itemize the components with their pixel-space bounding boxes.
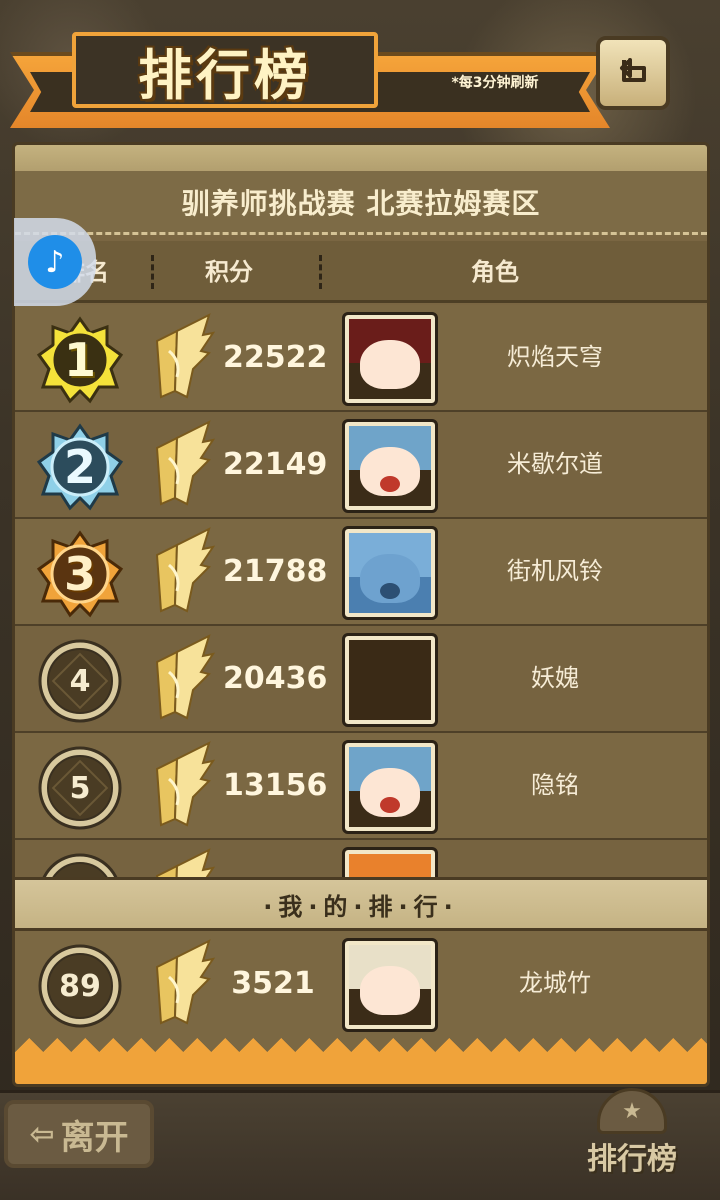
ranking-row[interactable]: 4 20436 妖媿 xyxy=(15,626,707,733)
star-emblem-icon: ★ xyxy=(597,1088,667,1134)
my-role-name: 龙城竹 xyxy=(519,969,591,997)
leave-label: 离开 xyxy=(60,1117,129,1158)
leaderboard-panel: 驯养师挑战赛 北赛拉姆赛区 排名 积分 角色 1 22522 xyxy=(12,142,710,1087)
wing-trophy-icon xyxy=(155,939,216,1025)
column-role: 角色 xyxy=(471,258,519,286)
ranking-button[interactable]: ★ 排行榜 xyxy=(564,1088,700,1178)
score-value: 13156 xyxy=(223,768,328,803)
column-score: 积分 xyxy=(205,258,253,286)
role-name: 街机风铃 xyxy=(507,557,603,585)
my-rank-header: ·我·的·排·行· xyxy=(15,877,707,931)
player-avatar[interactable] xyxy=(342,419,438,513)
my-rank-number: 89 xyxy=(59,968,101,1004)
column-divider xyxy=(151,255,154,289)
rank-number: 4 xyxy=(69,663,91,699)
player-avatar[interactable] xyxy=(342,526,438,620)
player-avatar-empty[interactable] xyxy=(342,633,438,727)
rank-badge-gold: 1 xyxy=(35,315,125,405)
page-title: 排行榜 xyxy=(138,43,312,107)
avatar-mouth xyxy=(380,582,400,599)
rank-number: 2 xyxy=(63,440,96,494)
my-rank-label: ·我·的·排·行· xyxy=(263,892,459,921)
wing-trophy-icon xyxy=(155,634,216,720)
avatar-face xyxy=(360,965,420,1016)
rank-badge-normal: 4 xyxy=(35,636,125,726)
role-name: 米歇尔道 xyxy=(507,450,603,478)
rank-badge-silver: 2 xyxy=(35,422,125,512)
music-note-icon: ♪ xyxy=(28,235,82,289)
rank-number: 3 xyxy=(63,547,96,601)
floating-app-widget[interactable]: ♪ xyxy=(14,218,96,306)
player-avatar[interactable] xyxy=(342,740,438,834)
ranking-row[interactable]: 3 21788 街机风铃 xyxy=(15,519,707,626)
ranking-row[interactable]: 5 13156 隐铭 xyxy=(15,733,707,840)
ranking-row[interactable]: 2 22149 米歇尔道 xyxy=(15,412,707,519)
rank-number: 1 xyxy=(63,333,96,387)
wing-trophy-icon xyxy=(155,420,216,506)
player-avatar[interactable] xyxy=(342,312,438,406)
score-value: 22149 xyxy=(223,447,328,482)
ranking-label: 排行榜 xyxy=(587,1142,677,1177)
rank-badge-normal: 89 xyxy=(35,941,125,1031)
ranking-list[interactable]: 1 22522 炽焰天穹 2 22149 米歇尔道 3 21788 街机风铃 4… xyxy=(15,305,707,885)
rank-number: 5 xyxy=(69,770,91,806)
avatar-face xyxy=(360,339,420,390)
return-arrow-icon xyxy=(620,58,646,82)
panel-zigzag-border xyxy=(15,1038,707,1084)
score-value: 21788 xyxy=(223,554,328,589)
my-avatar[interactable] xyxy=(342,938,438,1032)
role-name: 炽焰天穹 xyxy=(507,343,603,371)
leaderboard-header: 排行榜 *每3分钟刷新 xyxy=(10,28,710,128)
competition-subtitle: 驯养师挑战赛 北赛拉姆赛区 xyxy=(181,186,541,220)
avatar-mouth xyxy=(380,796,400,813)
avatar-mouth xyxy=(380,475,400,492)
rank-badge-normal: 5 xyxy=(35,743,125,833)
role-name: 隐铭 xyxy=(531,771,579,799)
role-name: 妖媿 xyxy=(531,664,579,692)
my-rank-row[interactable]: 89 3521 龙城竹 xyxy=(15,931,707,1043)
arrow-left-icon: ⇦ xyxy=(29,1116,55,1152)
leave-button[interactable]: ⇦ 离开 xyxy=(4,1100,154,1168)
score-value: 22522 xyxy=(223,340,328,375)
column-divider xyxy=(319,255,322,289)
wing-trophy-icon xyxy=(155,313,216,399)
rank-badge-bronze: 3 xyxy=(35,529,125,619)
wing-trophy-icon xyxy=(155,527,216,613)
subtitle-bar: 驯养师挑战赛 北赛拉姆赛区 xyxy=(15,171,707,235)
refresh-note: *每3分钟刷新 xyxy=(451,75,539,91)
back-button[interactable] xyxy=(596,36,670,110)
column-header: 排名 积分 角色 xyxy=(15,241,707,303)
wing-trophy-icon xyxy=(155,741,216,827)
my-score-value: 3521 xyxy=(231,966,315,1001)
score-value: 20436 xyxy=(223,661,328,696)
ranking-row[interactable]: 1 22522 炽焰天穹 xyxy=(15,305,707,412)
